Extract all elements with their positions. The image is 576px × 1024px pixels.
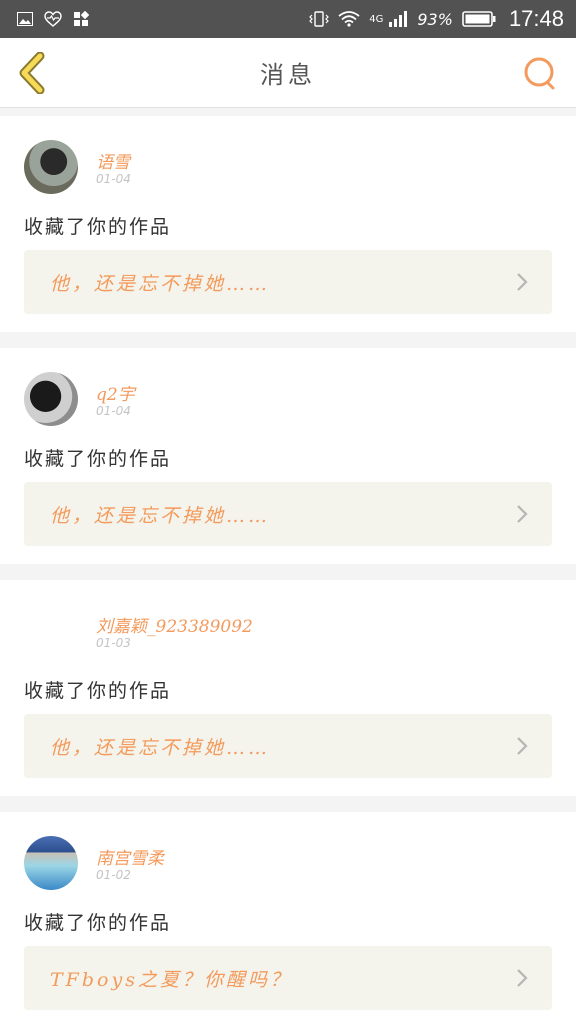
message-date: 01-02 [96,868,131,882]
search-icon [524,57,555,90]
username[interactable]: 南宫雪柔 [96,844,164,869]
message-item: q2宇 01-04 收藏了你的作品 他，还是忘不掉她…… [0,348,576,564]
chevron-right-icon [517,273,528,291]
vibrate-icon [309,10,330,28]
message-date: 01-03 [96,636,131,650]
search-button[interactable] [522,56,558,92]
action-text: 收藏了你的作品 [24,912,172,934]
avatar[interactable] [24,604,78,658]
nav-bar: 消息 [0,38,576,108]
status-bar: 4G 93% 17:48 [0,0,576,38]
message-item: 语雪 01-04 收藏了你的作品 他，还是忘不掉她…… [0,116,576,332]
username[interactable]: 语雪 [96,148,130,173]
chevron-right-icon [517,737,528,755]
chevron-right-icon [517,505,528,523]
message-date: 01-04 [96,172,131,186]
network-type-label: 4G [369,13,384,25]
chevron-left-icon [19,51,45,95]
message-list: 语雪 01-04 收藏了你的作品 他，还是忘不掉她…… q2宇 01-04 收藏… [0,116,576,1024]
work-link[interactable]: TFboys之夏？你醒吗？ [24,946,552,1010]
avatar[interactable] [24,372,78,426]
message-item: 刘嘉颖_923389092 01-03 收藏了你的作品 他，还是忘不掉她…… [0,580,576,796]
action-text: 收藏了你的作品 [24,448,172,470]
username[interactable]: q2宇 [96,380,135,405]
heart-rate-icon [44,11,62,27]
work-title: 他，还是忘不掉她…… [50,504,271,527]
work-title: 他，还是忘不掉她…… [50,736,271,759]
work-title: TFboys之夏？你醒吗？ [50,968,292,991]
avatar[interactable] [24,836,78,890]
avatar[interactable] [24,140,78,194]
work-link[interactable]: 他，还是忘不掉她…… [24,250,552,314]
back-button[interactable] [14,51,54,95]
username[interactable]: 刘嘉颖_923389092 [96,612,253,637]
apps-icon [72,11,90,27]
work-link[interactable]: 他，还是忘不掉她…… [24,482,552,546]
page-title: 消息 [260,61,316,89]
action-text: 收藏了你的作品 [24,680,172,702]
work-title: 他，还是忘不掉她…… [50,272,271,295]
wifi-icon [338,11,360,27]
battery-percent: 93% [417,9,453,29]
clock: 17:48 [508,6,564,31]
status-right-icons: 4G 93% 17:48 [309,6,564,32]
battery-icon [462,10,496,28]
status-left-icons [16,11,90,27]
chevron-right-icon [517,969,528,987]
action-text: 收藏了你的作品 [24,216,172,238]
message-date: 01-04 [96,404,131,418]
message-item: 南宫雪柔 01-02 收藏了你的作品 TFboys之夏？你醒吗？ [0,812,576,1024]
work-link[interactable]: 他，还是忘不掉她…… [24,714,552,778]
image-icon [16,11,34,27]
signal-icon [388,10,408,28]
